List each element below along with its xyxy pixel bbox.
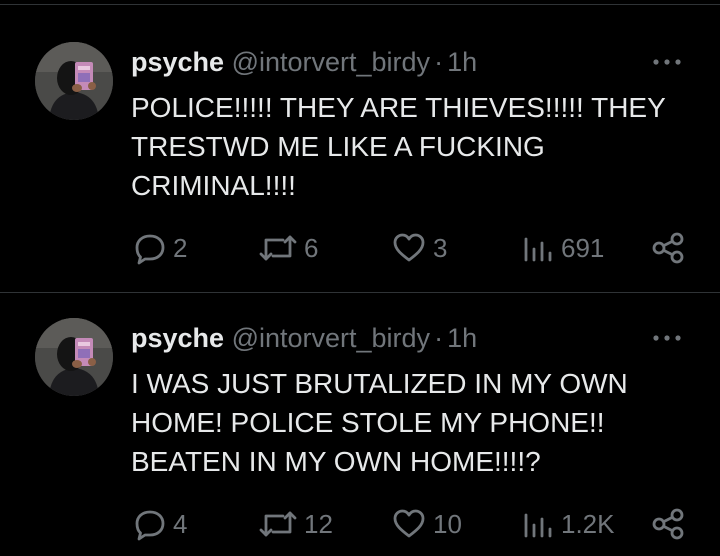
tweet[interactable]: psyche @intorvert_birdy · 1h POLICE!!!!! T… bbox=[0, 4, 720, 280]
retweet-icon bbox=[259, 511, 297, 537]
retweet-button[interactable]: 6 bbox=[258, 228, 318, 268]
avatar[interactable] bbox=[35, 42, 113, 120]
user-handle[interactable]: @intorvert_birdy bbox=[232, 47, 430, 77]
timestamp[interactable]: 1h bbox=[447, 47, 477, 77]
tweet-header: psyche @intorvert_birdy · 1h bbox=[131, 320, 477, 356]
views-button[interactable]: 691 bbox=[521, 228, 604, 268]
view-count: 691 bbox=[561, 232, 605, 263]
reply-icon bbox=[135, 234, 165, 265]
reply-button[interactable]: 2 bbox=[133, 228, 187, 268]
retweet-icon bbox=[259, 235, 297, 261]
avatar[interactable] bbox=[35, 318, 113, 396]
retweet-count: 12 bbox=[304, 508, 333, 539]
view-count: 1.2K bbox=[561, 508, 615, 539]
like-button[interactable]: 10 bbox=[391, 504, 462, 544]
more-dots-icon[interactable] bbox=[650, 330, 684, 346]
separator-dot: · bbox=[434, 47, 444, 77]
share-icon bbox=[652, 232, 684, 264]
reply-count: 4 bbox=[173, 508, 188, 539]
share-button[interactable] bbox=[650, 504, 686, 544]
user-handle[interactable]: @intorvert_birdy bbox=[232, 323, 430, 353]
reply-count: 2 bbox=[173, 232, 188, 263]
action-bar: 2 6 3 691 bbox=[0, 228, 720, 268]
like-count: 3 bbox=[433, 232, 448, 263]
tweet[interactable]: psyche @intorvert_birdy · 1h I WAS JUST BR… bbox=[0, 280, 720, 556]
like-button[interactable]: 3 bbox=[391, 228, 447, 268]
share-button[interactable] bbox=[650, 228, 686, 268]
separator-dot: · bbox=[434, 323, 444, 353]
heart-icon bbox=[393, 509, 425, 538]
like-count: 10 bbox=[433, 508, 462, 539]
retweet-count: 6 bbox=[304, 232, 319, 263]
action-bar: 4 12 10 1.2K bbox=[0, 504, 720, 544]
timestamp[interactable]: 1h bbox=[447, 323, 477, 353]
share-icon bbox=[652, 508, 684, 540]
tweet-header: psyche @intorvert_birdy · 1h bbox=[131, 44, 477, 80]
reply-button[interactable]: 4 bbox=[133, 504, 187, 544]
display-name[interactable]: psyche bbox=[131, 47, 224, 77]
more-dots-icon[interactable] bbox=[650, 54, 684, 70]
views-button[interactable]: 1.2K bbox=[521, 504, 615, 544]
views-icon bbox=[524, 237, 552, 262]
retweet-button[interactable]: 12 bbox=[258, 504, 333, 544]
tweet-text: I WAS JUST BRUTALIZED IN MY OWN HOME! PO… bbox=[131, 368, 628, 477]
reply-icon bbox=[135, 510, 165, 541]
views-icon bbox=[524, 513, 552, 538]
display-name[interactable]: psyche bbox=[131, 323, 224, 353]
heart-icon bbox=[393, 233, 425, 262]
tweet-text: POLICE!!!!! THEY ARE THIEVES!!!!! THEY T… bbox=[131, 92, 666, 201]
